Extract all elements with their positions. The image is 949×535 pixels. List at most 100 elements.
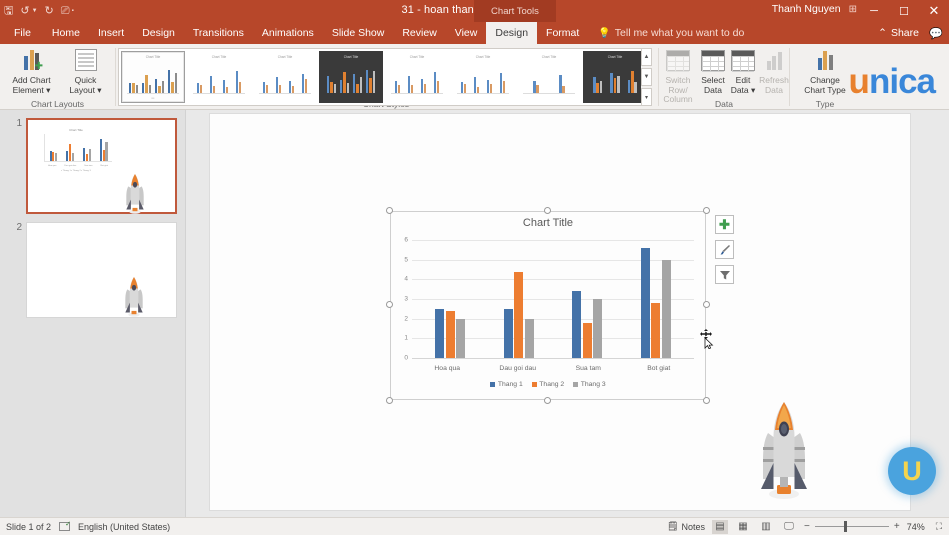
resize-handle-bc[interactable] — [544, 397, 551, 404]
chart-elements-button[interactable]: ✚ — [715, 215, 734, 234]
gallery-scroll-down-button[interactable]: ▼ — [641, 68, 652, 86]
maximize-button[interactable]: ☐ — [889, 0, 919, 22]
chart-style-thumb-1[interactable]: Chart Title ▪▪▪ — [121, 51, 185, 103]
ribbon-group-chart-layouts: ✚ Add Chart Element ▾ Quick Layout ▾ Cha… — [0, 44, 115, 110]
user-name: Thanh Nguyen — [771, 3, 841, 15]
notes-button[interactable]: 🗒 Notes — [667, 521, 705, 532]
refresh-data-button[interactable]: Refresh Data — [758, 44, 790, 95]
share-button[interactable]: ⌃ Share — [878, 22, 919, 44]
chart-style-thumb-7[interactable]: Chart Title — [517, 51, 581, 103]
bar-thang2 — [514, 271, 524, 358]
plus-icon: ✚ — [719, 216, 730, 232]
tab-insert[interactable]: Insert — [89, 22, 133, 44]
bar-cluster-dau-goi-dau[interactable] — [503, 240, 534, 358]
zoom-out-button[interactable]: − — [804, 521, 810, 532]
zoom-track[interactable] — [814, 521, 889, 532]
tab-chart-design[interactable]: Design — [486, 22, 538, 44]
slide-surface[interactable]: Chart Title 6 5 4 3 2 1 0 Hoa qua Dau go… — [210, 114, 910, 510]
zoom-level-label[interactable]: 74% — [907, 522, 929, 532]
chart-style-thumb-5[interactable]: Chart Title — [385, 51, 449, 103]
chart-object[interactable]: Chart Title 6 5 4 3 2 1 0 Hoa qua Dau go… — [386, 207, 734, 404]
zoom-slider[interactable]: − + — [804, 521, 900, 532]
bar-cluster-hoa-qua[interactable] — [435, 240, 466, 358]
slide-thumbnails-panel[interactable]: 1 Chart Title Hoa qua Dau goi dau Sua ta… — [0, 110, 186, 517]
zoom-in-button[interactable]: + — [894, 521, 900, 532]
chart-style-thumb-2[interactable]: Chart Title — [187, 51, 251, 103]
slide-sorter-button[interactable]: ▦ — [735, 520, 751, 534]
quick-layout-button[interactable]: Quick Layout ▾ — [60, 44, 112, 95]
comment-icon[interactable]: 💬 — [929, 22, 943, 44]
language-indicator[interactable]: English (United States) — [78, 522, 170, 532]
slideshow-button[interactable]: 🖵 — [781, 520, 797, 534]
legend-item-thang2[interactable]: Thang 2 — [531, 381, 564, 388]
gallery-scroll-up-button[interactable]: ▲ — [641, 48, 652, 66]
slide-thumbnail-1[interactable]: Chart Title Hoa qua Dau goi dau Sua tam … — [26, 118, 177, 214]
tab-animations[interactable]: Animations — [253, 22, 323, 44]
change-chart-type-button[interactable]: Change Chart Type — [794, 44, 856, 95]
gallery-more-button[interactable]: ▾ — [641, 88, 652, 106]
select-data-label-2: Data — [704, 84, 722, 95]
bar-thang3 — [593, 299, 603, 358]
tab-chart-format[interactable]: Format — [537, 22, 588, 44]
edit-data-button[interactable]: Edit Data ▾ — [728, 44, 758, 95]
rocket-image[interactable] — [755, 399, 813, 499]
switch-row-column-button[interactable]: Switch Row/ Column — [658, 44, 698, 105]
chart-style-thumb-6[interactable]: Chart Title — [451, 51, 515, 103]
slide-indicator[interactable]: Slide 1 of 2 — [6, 522, 51, 532]
select-data-button[interactable]: Select Data — [698, 44, 728, 95]
gallery-scrollbar[interactable]: ▲ ▼ ▾ — [641, 48, 652, 106]
legend-swatch-icon — [573, 382, 579, 387]
chart-style-thumb-8[interactable]: Chart Title — [583, 51, 647, 103]
workspace: 1 Chart Title Hoa qua Dau goi dau Sua ta… — [0, 110, 949, 517]
add-chart-element-label-1: Add Chart — [12, 75, 51, 85]
resize-handle-tl[interactable] — [386, 207, 393, 214]
window-controls[interactable]: ─ ☐ ✕ — [859, 0, 949, 22]
minimize-button[interactable]: ─ — [859, 0, 889, 22]
y-tick-label: 6 — [404, 236, 408, 244]
chart-styles-button[interactable] — [715, 240, 734, 259]
chart-filters-button[interactable] — [715, 265, 734, 284]
resize-handle-bl[interactable] — [386, 397, 393, 404]
chart-quick-tools[interactable]: ✚ — [715, 215, 734, 284]
chart-plot-area[interactable]: 6 5 4 3 2 1 0 — [404, 237, 694, 362]
tab-transitions[interactable]: Transitions — [184, 22, 253, 44]
resize-handle-br[interactable] — [703, 397, 710, 404]
tell-me-search[interactable]: 💡 Tell me what you want to do — [588, 22, 744, 44]
lightbulb-icon: 💡 — [598, 27, 611, 39]
resize-handle-tc[interactable] — [544, 207, 551, 214]
slide-canvas-area[interactable]: Chart Title 6 5 4 3 2 1 0 Hoa qua Dau go… — [186, 110, 949, 517]
tab-file[interactable]: File — [0, 22, 43, 44]
chart-style-thumb-4[interactable]: Chart Title — [319, 51, 383, 103]
legend-item-thang3[interactable]: Thang 3 — [573, 381, 606, 388]
resize-handle-mr[interactable] — [703, 301, 710, 308]
spellcheck-icon[interactable] — [59, 520, 71, 531]
legend-item-thang1[interactable]: Thang 1 — [490, 381, 523, 388]
tab-review[interactable]: Review — [393, 22, 445, 44]
add-chart-element-button[interactable]: ✚ Add Chart Element ▾ — [4, 44, 60, 95]
bar-cluster-sua-tam[interactable] — [572, 240, 603, 358]
chart-styles-gallery[interactable]: Chart Title ▪▪▪ Chart Title Chart Title … — [118, 48, 648, 106]
resize-handle-tr[interactable] — [703, 207, 710, 214]
normal-view-button[interactable]: ▤ — [712, 519, 728, 534]
ribbon-tabs[interactable]: File Home Insert Design Transitions Anim… — [0, 22, 949, 44]
chart-title[interactable]: Chart Title — [390, 217, 706, 229]
slide-thumbnail-2[interactable] — [26, 222, 177, 318]
chart-style-thumb-3[interactable]: Chart Title — [253, 51, 317, 103]
thumb-title: Chart Title — [475, 55, 491, 59]
chart-legend[interactable]: Thang 1 Thang 2 Thang 3 — [390, 381, 706, 388]
tab-home[interactable]: Home — [43, 22, 89, 44]
zoom-thumb[interactable] — [843, 521, 847, 532]
close-button[interactable]: ✕ — [919, 0, 949, 22]
resize-handle-ml[interactable] — [386, 301, 393, 308]
reading-view-button[interactable]: ▥ — [758, 520, 774, 534]
tab-slide-show[interactable]: Slide Show — [323, 22, 394, 44]
tab-view[interactable]: View — [446, 22, 487, 44]
account-switch-icon[interactable]: ⊞ — [849, 4, 857, 15]
slide-number: 2 — [16, 222, 22, 233]
legend-label: Thang 3 — [580, 381, 606, 388]
thumb-title: Chart Title — [409, 55, 425, 59]
tab-design[interactable]: Design — [133, 22, 184, 44]
fit-to-window-button[interactable]: ⛶ — [936, 521, 942, 532]
user-account[interactable]: Thanh Nguyen ⊞ — [772, 3, 857, 15]
bar-cluster-bot-giat[interactable] — [640, 240, 671, 358]
